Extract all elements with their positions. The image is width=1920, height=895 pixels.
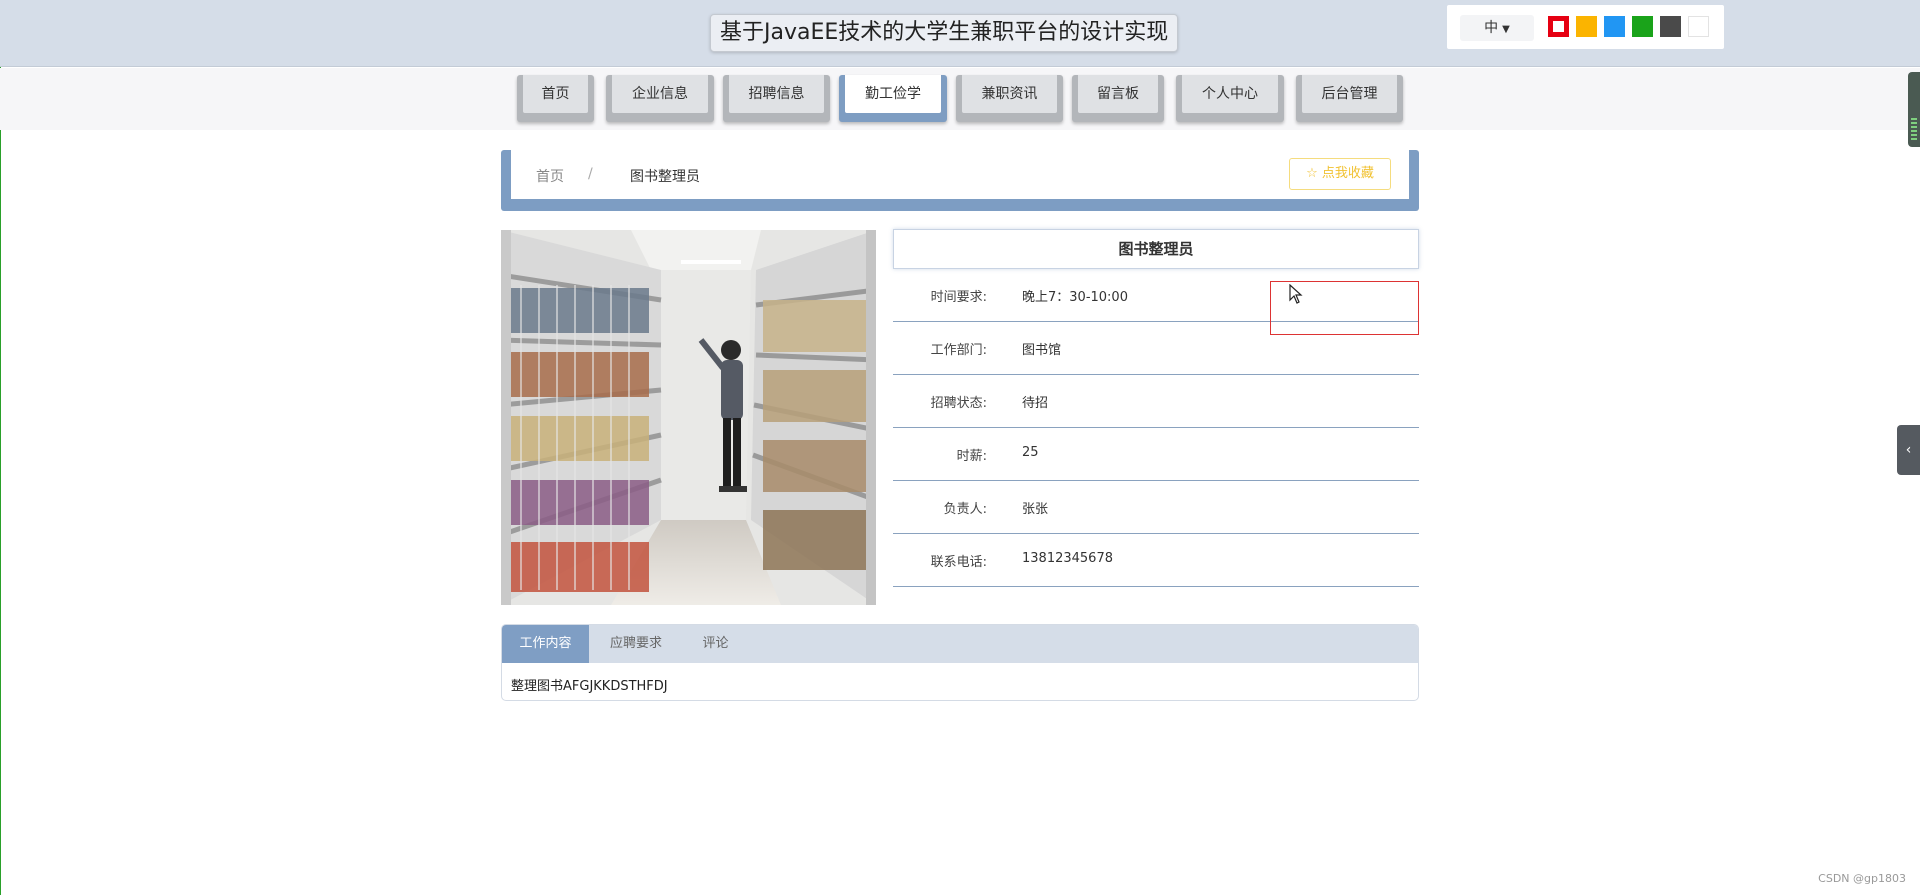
detail-label: 时间要求: [930, 290, 987, 305]
job-info-tabs: 工作内容 应聘要求 评论 整理图书AFGJKKDSTHFDJ [501, 624, 1419, 701]
theme-swatch-dark[interactable] [1660, 16, 1681, 37]
nav-item-label: 首页 [523, 75, 588, 113]
side-panel-toggle[interactable]: ‹ [1897, 425, 1920, 475]
theme-toolbox: 中 ▼ [1447, 5, 1724, 49]
detail-value: 张张 [1022, 502, 1049, 517]
language-dropdown[interactable]: 中 ▼ [1460, 15, 1534, 41]
favorite-label: 点我收藏 [1321, 166, 1374, 181]
detail-value: 25 [1022, 445, 1039, 460]
nav-item-label: 招聘信息 [729, 75, 824, 113]
nav-item-work-study[interactable]: 勤工俭学 [839, 75, 947, 122]
breadcrumb: 首页 / 图书整理员 ☆ 点我收藏 [511, 150, 1409, 199]
detail-label: 负责人: [943, 502, 987, 517]
breadcrumb-bar: 首页 / 图书整理员 ☆ 点我收藏 [501, 150, 1419, 211]
nav-item-label: 个人中心 [1182, 75, 1278, 113]
nav-item-label: 兼职资讯 [962, 75, 1057, 113]
caret-down-icon: ▼ [1502, 24, 1510, 35]
nav-item-message-board[interactable]: 留言板 [1072, 75, 1164, 122]
theme-swatch-yellow[interactable] [1576, 16, 1597, 37]
detail-row-status: 招聘状态: 待招 [893, 375, 1419, 428]
detail-value: 待招 [1022, 396, 1049, 411]
language-label: 中 [1484, 20, 1499, 36]
detail-value: 晚上7：30-10:00 [1022, 290, 1128, 305]
detail-row-contact-person: 负责人: 张张 [893, 481, 1419, 534]
nav-item-jobs[interactable]: 招聘信息 [723, 75, 830, 122]
nav-item-profile[interactable]: 个人中心 [1176, 75, 1284, 122]
breadcrumb-separator: / [588, 166, 593, 182]
chevron-left-icon: ‹ [1905, 442, 1912, 458]
detail-row-phone: 联系电话: 13812345678 [893, 534, 1419, 587]
nav-item-label: 留言板 [1078, 75, 1158, 113]
detail-label: 联系电话: [930, 555, 987, 570]
nav-item-label: 企业信息 [612, 75, 708, 113]
detail-row-hourly-wage: 时薪: 25 [893, 428, 1419, 481]
nav-item-home[interactable]: 首页 [517, 75, 594, 122]
theme-swatch-red[interactable] [1548, 16, 1569, 37]
tab-bar: 工作内容 应聘要求 评论 [502, 625, 1418, 663]
favorite-button[interactable]: ☆ 点我收藏 [1289, 158, 1391, 190]
nav-item-news[interactable]: 兼职资讯 [956, 75, 1063, 122]
detail-value: 13812345678 [1022, 551, 1113, 566]
job-photo [501, 230, 876, 605]
detail-label: 时薪: [956, 449, 987, 464]
detail-label: 招聘状态: [930, 396, 987, 411]
tab-comments[interactable]: 评论 [683, 625, 748, 663]
detail-label: 工作部门: [930, 343, 987, 358]
tab-requirements[interactable]: 应聘要求 [589, 625, 683, 663]
site-header: 基于JavaEE技术的大学生兼职平台的设计实现 中 ▼ [0, 0, 1920, 67]
theme-swatch-blue[interactable] [1604, 16, 1625, 37]
job-title: 图书整理员 [893, 229, 1419, 269]
theme-swatch-white[interactable] [1688, 16, 1709, 37]
nav-item-companies[interactable]: 企业信息 [606, 75, 714, 122]
nav-item-admin[interactable]: 后台管理 [1296, 75, 1403, 122]
watermark: CSDN @gp1803 [1818, 872, 1906, 885]
mouse-cursor-icon [1289, 283, 1303, 308]
nav-item-label: 后台管理 [1302, 75, 1397, 113]
tab-content-text: 整理图书AFGJKKDSTHFDJ [511, 679, 668, 694]
breadcrumb-home-link[interactable]: 首页 [536, 166, 564, 186]
star-outline-icon: ☆ [1306, 166, 1318, 181]
theme-swatch-green[interactable] [1632, 16, 1653, 37]
detail-value: 图书馆 [1022, 343, 1062, 358]
site-title: 基于JavaEE技术的大学生兼职平台的设计实现 [710, 14, 1179, 52]
window-edge [0, 0, 1, 895]
breadcrumb-current: 图书整理员 [630, 169, 700, 185]
nav-item-label: 勤工俭学 [845, 75, 941, 113]
tab-work-content[interactable]: 工作内容 [502, 625, 589, 663]
scrollbar-thumb[interactable] [1908, 72, 1920, 147]
